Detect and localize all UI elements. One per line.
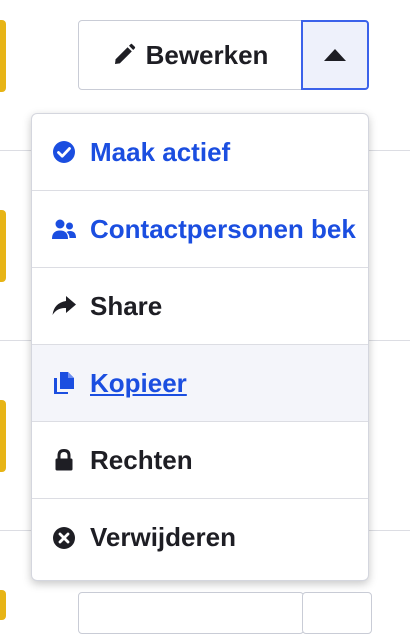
menu-item-label: Rechten	[90, 444, 193, 475]
caret-up-icon	[324, 49, 346, 61]
menu-item-label: Maak actief	[90, 136, 231, 167]
menu-item-contactpersonen[interactable]: Contactpersonen bek	[32, 191, 368, 268]
menu-item-kopieer[interactable]: Kopieer	[32, 345, 368, 422]
edit-button-partial[interactable]	[78, 592, 304, 634]
toggle-button-partial[interactable]	[302, 592, 372, 634]
dropdown-toggle-button[interactable]	[301, 20, 369, 90]
status-indicator	[0, 590, 6, 620]
check-circle-icon	[50, 138, 78, 166]
menu-item-label: Share	[90, 290, 163, 321]
menu-item-share[interactable]: Share	[32, 268, 368, 345]
edit-button-group: Bewerken	[78, 20, 369, 90]
users-icon	[50, 215, 78, 243]
status-indicator	[0, 210, 6, 282]
status-indicator	[0, 20, 6, 92]
copy-icon	[50, 369, 78, 397]
pencil-icon	[112, 43, 136, 67]
menu-item-rechten[interactable]: Rechten	[32, 422, 368, 499]
menu-item-label: Kopieer	[90, 367, 187, 398]
menu-item-label: Contactpersonen bek	[90, 213, 356, 244]
menu-item-verwijderen[interactable]: Verwijderen	[32, 499, 368, 576]
actions-dropdown-menu: Maak actief Contactpersonen bek Share Ko…	[31, 113, 369, 581]
menu-item-label: Verwijderen	[90, 522, 236, 552]
status-indicator	[0, 400, 6, 472]
lock-icon	[50, 446, 78, 474]
x-circle-icon	[50, 524, 78, 552]
menu-item-maak-actief[interactable]: Maak actief	[32, 114, 368, 191]
edit-button[interactable]: Bewerken	[78, 20, 302, 90]
edit-button-label: Bewerken	[145, 39, 269, 70]
share-arrow-icon	[50, 292, 78, 320]
